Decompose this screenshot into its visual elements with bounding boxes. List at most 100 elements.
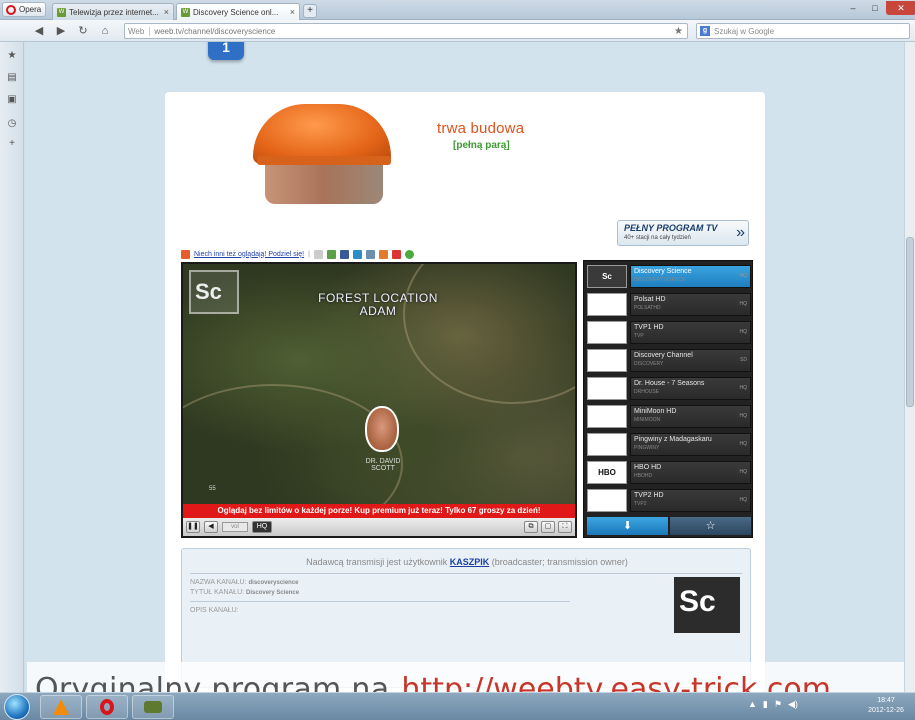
channel-item[interactable]: Sc Discovery Science DISCOVERYSCIENCE HQ <box>587 264 751 289</box>
channel-subname: TVP <box>634 333 644 339</box>
channel-thumbnail <box>587 405 627 428</box>
channel-item[interactable]: Discovery Channel DISCOVERY SD <box>587 348 751 373</box>
url-text: weeb.tv/channel/discoveryscience <box>154 26 276 36</box>
start-orb-icon[interactable] <box>4 694 30 720</box>
tab-discovery-science[interactable]: W Discovery Science onl... × <box>176 3 300 20</box>
history-icon[interactable]: ◷ <box>6 118 18 130</box>
volume-icon[interactable]: ◀) <box>788 699 798 710</box>
facebook-share-icon[interactable] <box>339 249 349 259</box>
email-share-icon[interactable] <box>313 249 323 259</box>
channel-name: TVP2 HD <box>634 492 664 499</box>
tab-telewizja[interactable]: W Telewizja przez internet... × <box>52 3 174 20</box>
gg-share-icon[interactable] <box>404 249 414 259</box>
watermark-url: http://weebtv.easy-trick.com <box>401 671 831 693</box>
taskbar-opera-button[interactable] <box>86 695 128 719</box>
pause-button[interactable]: ❚❚ <box>186 521 200 533</box>
forward-icon[interactable]: ▶ <box>54 24 68 38</box>
settings-button[interactable]: ▢ <box>541 521 555 533</box>
bookmarks-icon[interactable]: ★ <box>6 50 18 62</box>
share-link[interactable]: Niech inni też oglądają! Podziel się! <box>194 251 304 258</box>
construction-worker-image <box>253 104 393 204</box>
wykop-share-icon[interactable] <box>326 249 336 259</box>
google-plus-share-icon[interactable] <box>391 249 401 259</box>
channel-item[interactable]: Dr. House - 7 Seasons DRHOUSE HQ <box>587 376 751 401</box>
video-frame[interactable]: Sc FOREST LOCATION ADAM DR. DAVID SCOTT … <box>183 264 575 504</box>
taskbar-clock[interactable]: 18:47 2012-12-26 <box>862 696 910 716</box>
downloads-icon[interactable]: ▣ <box>6 94 18 106</box>
channel-thumbnail: HBO <box>587 461 627 484</box>
add-panel-icon[interactable]: + <box>6 138 18 150</box>
opera-menu-button[interactable]: Opera <box>2 2 46 17</box>
fullscreen-button[interactable]: ⛶ <box>558 521 572 533</box>
full-tv-program-button[interactable]: PEŁNY PROGRAM TV 40+ stacji na cały tydz… <box>617 220 749 246</box>
scroll-down-button[interactable]: ⬇ <box>587 517 668 535</box>
close-tab-icon[interactable]: × <box>290 7 295 17</box>
close-tab-icon[interactable]: × <box>164 7 169 17</box>
new-tab-button[interactable]: + <box>303 4 317 18</box>
channel-quality-badge: HQ <box>739 441 748 447</box>
scrollbar-thumb[interactable] <box>906 237 914 407</box>
channel-name: Discovery Science <box>634 268 692 275</box>
channel-info: TVP1 HD TVP HQ <box>630 321 751 344</box>
channel-item[interactable]: TVP1 HD TVP HQ <box>587 320 751 345</box>
minimize-button[interactable]: ‒ <box>842 1 864 15</box>
channel-info: Polsat HD POLSATHD HQ <box>630 293 751 316</box>
tab-label: Discovery Science onl... <box>193 7 279 17</box>
double-chevron-right-icon: » <box>736 224 745 241</box>
network-icon[interactable]: ▮ <box>763 699 768 710</box>
channel-item[interactable]: TVP2 HD TVP2 HQ <box>587 488 751 513</box>
channel-info: HBO HD HBOHD HQ <box>630 461 751 484</box>
star-icon[interactable]: ★ <box>674 26 683 37</box>
channel-subname: MINIMOON <box>634 417 661 423</box>
weebtv-favicon-icon: W <box>57 7 66 17</box>
channel-name: TVP1 HD <box>634 324 664 331</box>
quality-button[interactable]: HQ <box>252 521 272 533</box>
premium-promo-bar[interactable]: Oglądaj bez limitów o każdej porze! Kup … <box>183 504 575 518</box>
tab-label: Telewizja przez internet... <box>69 7 159 17</box>
volume-icon[interactable]: ◀ <box>204 521 218 533</box>
google-icon[interactable]: g <box>700 26 710 36</box>
back-icon[interactable]: ◀ <box>32 24 46 38</box>
channel-item[interactable]: HBO HBO HD HBOHD HQ <box>587 460 751 485</box>
notes-icon[interactable]: ▤ <box>6 72 18 84</box>
channel-item[interactable]: MiniMoon HD MINIMOON HQ <box>587 404 751 429</box>
channel-quality-badge: HQ <box>739 301 748 307</box>
player-controls: ❚❚ ◀ vol HQ ⧉ ▢ ⛶ <box>183 518 575 536</box>
channel-thumbnail <box>587 433 627 456</box>
twitter-share-icon[interactable] <box>352 249 362 259</box>
side-panel: ★ ▤ ▣ ◷ + <box>0 42 24 692</box>
flag-icon[interactable]: ⚑ <box>774 699 782 710</box>
tray-arrow-icon[interactable]: ▲ <box>748 699 757 710</box>
popout-button[interactable]: ⧉ <box>524 521 538 533</box>
nk-share-icon[interactable] <box>365 249 375 259</box>
address-field[interactable]: Web weeb.tv/channel/discoveryscience ★ <box>124 23 688 39</box>
maximize-button[interactable]: □ <box>864 1 886 15</box>
clock-date: 2012-12-26 <box>868 707 904 714</box>
row-value: Discovery Science <box>246 590 300 596</box>
search-input[interactable]: g Szukaj w Google <box>696 23 910 39</box>
favorites-button[interactable]: ☆ <box>670 517 751 535</box>
channel-name: Dr. House - 7 Seasons <box>634 380 705 387</box>
taskbar-app-button[interactable] <box>132 695 174 719</box>
channel-item[interactable]: Pingwiny z Madagaskaru PINGWINY HQ <box>587 432 751 457</box>
blip-share-icon[interactable] <box>378 249 388 259</box>
taskbar-vlc-button[interactable] <box>40 695 82 719</box>
video-player[interactable]: Sc FOREST LOCATION ADAM DR. DAVID SCOTT … <box>181 262 577 538</box>
share-row: Niech inni też oglądają! Podziel się! | <box>181 248 414 260</box>
reload-icon[interactable]: ↻ <box>76 24 90 38</box>
page-scrollbar[interactable] <box>904 42 915 692</box>
channel-item[interactable]: Polsat HD POLSATHD HQ <box>587 292 751 317</box>
volume-slider[interactable]: vol <box>222 522 248 532</box>
channel-info: Discovery Channel DISCOVERY SD <box>630 349 751 372</box>
owner-user-link[interactable]: KASZPIK <box>450 557 490 567</box>
hard-hat-icon <box>253 104 391 164</box>
channel-info: Dr. House - 7 Seasons DRHOUSE HQ <box>630 377 751 400</box>
home-icon[interactable]: ⌂ <box>98 24 112 38</box>
channel-thumbnail: Sc <box>587 265 627 288</box>
channel-name: HBO HD <box>634 464 662 471</box>
channel-subname: POLSATHD <box>634 305 661 311</box>
channel-logo: Sc <box>674 577 740 633</box>
taskbar: ▲ ▮ ⚑ ◀) 18:47 2012-12-26 <box>0 692 915 720</box>
site-logo-tab[interactable]: 1 <box>208 42 244 60</box>
close-window-button[interactable]: ✕ <box>886 1 915 15</box>
